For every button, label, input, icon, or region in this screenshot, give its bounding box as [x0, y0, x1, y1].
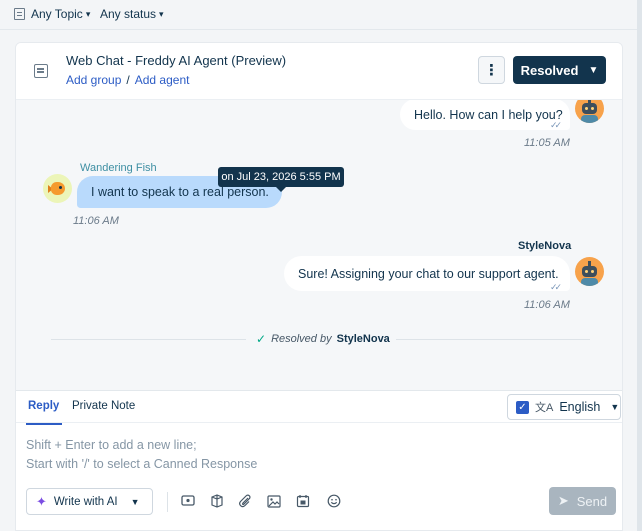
add-group-link[interactable]: Add group	[66, 73, 121, 87]
message-text: Hello. How can I help you?	[414, 107, 563, 122]
tab-reply[interactable]: Reply	[25, 400, 63, 425]
divider	[396, 339, 590, 340]
message-bubble: Hello. How can I help you?	[400, 100, 570, 130]
add-agent-link[interactable]: Add agent	[135, 73, 190, 87]
sparkle-icon: ✦	[36, 493, 47, 509]
bot-avatar	[575, 100, 604, 123]
bot-avatar	[575, 257, 604, 286]
conversation-title: Web Chat - Freddy AI Agent (Preview)	[66, 53, 287, 68]
language-selector[interactable]: ✓ 文A English ▼	[507, 394, 621, 420]
attachment-icon[interactable]	[237, 493, 253, 509]
assignment-links: Add group / Add agent	[66, 73, 189, 87]
status-filter-dropdown[interactable]: Any status ▾	[100, 7, 164, 21]
chevron-down-icon: ▾	[159, 8, 164, 19]
more-options-button[interactable]: ⋮	[478, 56, 505, 84]
message-sender: StyleNova	[518, 240, 572, 252]
conversation-header: Web Chat - Freddy AI Agent (Preview) Add…	[16, 43, 622, 100]
more-vertical-icon: ⋮	[484, 62, 499, 79]
filter-icon	[14, 8, 25, 20]
filter-bar: Any Topic ▾ Any status ▾	[0, 0, 642, 30]
reply-composer: Reply Private Note ✓ 文A English ▼ Shift …	[16, 390, 622, 530]
read-receipt-icon: ✓✓	[550, 282, 562, 292]
chevron-down-icon: ▾	[85, 8, 91, 19]
message-input[interactable]: Shift + Enter to add a new line; Start w…	[26, 436, 257, 474]
message-thread[interactable]: Hello. How can I help you? ✓✓ 11:05 AM W…	[16, 100, 622, 390]
knowledge-base-icon[interactable]	[209, 493, 225, 509]
translate-icon: 文A	[535, 402, 554, 414]
resolution-label: Resolved by	[271, 333, 332, 345]
resolution-note: ✓ Resolved by StyleNova	[256, 332, 390, 346]
placeholder-line: Start with '/' to select a Canned Respon…	[26, 457, 258, 471]
message-sender: Wandering Fish	[80, 162, 157, 174]
message-time: 11:06 AM	[524, 299, 570, 311]
calendar-icon[interactable]	[295, 493, 311, 509]
language-label: English	[559, 400, 601, 414]
emoji-icon[interactable]	[326, 493, 342, 509]
translate-checkbox[interactable]: ✓	[516, 400, 529, 414]
status-filter-label: Any status	[100, 7, 157, 21]
message-text: I want to speak to a real person.	[91, 185, 269, 199]
resolution-agent: StyleNova	[336, 333, 390, 345]
message-time: 11:05 AM	[524, 137, 570, 149]
send-icon: ➤	[557, 493, 569, 508]
send-button[interactable]: ➤ Send	[549, 487, 616, 515]
write-with-ai-button[interactable]: ✦ Write with AI ▼	[26, 488, 153, 515]
placeholder-line: Shift + Enter to add a new line;	[26, 438, 197, 452]
timestamp-tooltip: on Jul 23, 2026 5:55 PM	[218, 167, 344, 192]
user-avatar	[43, 174, 72, 203]
conversation-panel: Web Chat - Freddy AI Agent (Preview) Add…	[15, 42, 623, 531]
message-bubble: Sure! Assigning your chat to our support…	[284, 256, 570, 291]
link-separator: /	[126, 73, 130, 87]
message-text: Sure! Assigning your chat to our support…	[298, 266, 559, 281]
chevron-down-icon: ▼	[130, 496, 140, 507]
check-icon: ✓	[256, 332, 267, 346]
send-label: Send	[576, 493, 608, 509]
status-button-label: Resolved	[520, 62, 579, 78]
read-receipt-icon: ✓✓	[550, 120, 562, 130]
toolbar-divider	[167, 492, 168, 512]
scrollbar-track[interactable]	[637, 0, 642, 531]
status-button[interactable]: Resolved ▼	[513, 56, 606, 84]
image-icon[interactable]	[266, 493, 282, 509]
ticket-icon	[34, 64, 48, 78]
message-time: 11:06 AM	[73, 215, 119, 227]
canned-response-icon[interactable]	[180, 493, 196, 509]
write-with-ai-label: Write with AI	[53, 495, 118, 508]
chevron-down-icon: ▼	[588, 64, 599, 76]
tab-private-note[interactable]: Private Note	[72, 400, 135, 412]
composer-toolbar: ✦ Write with AI ▼ ➤ Send	[16, 487, 622, 519]
topic-filter-dropdown[interactable]: Any Topic ▾	[14, 7, 90, 21]
chevron-down-icon: ▼	[610, 402, 620, 412]
divider	[51, 339, 246, 340]
topic-filter-label: Any Topic	[31, 7, 83, 21]
composer-tabs: Reply Private Note ✓ 文A English ▼	[16, 391, 622, 425]
